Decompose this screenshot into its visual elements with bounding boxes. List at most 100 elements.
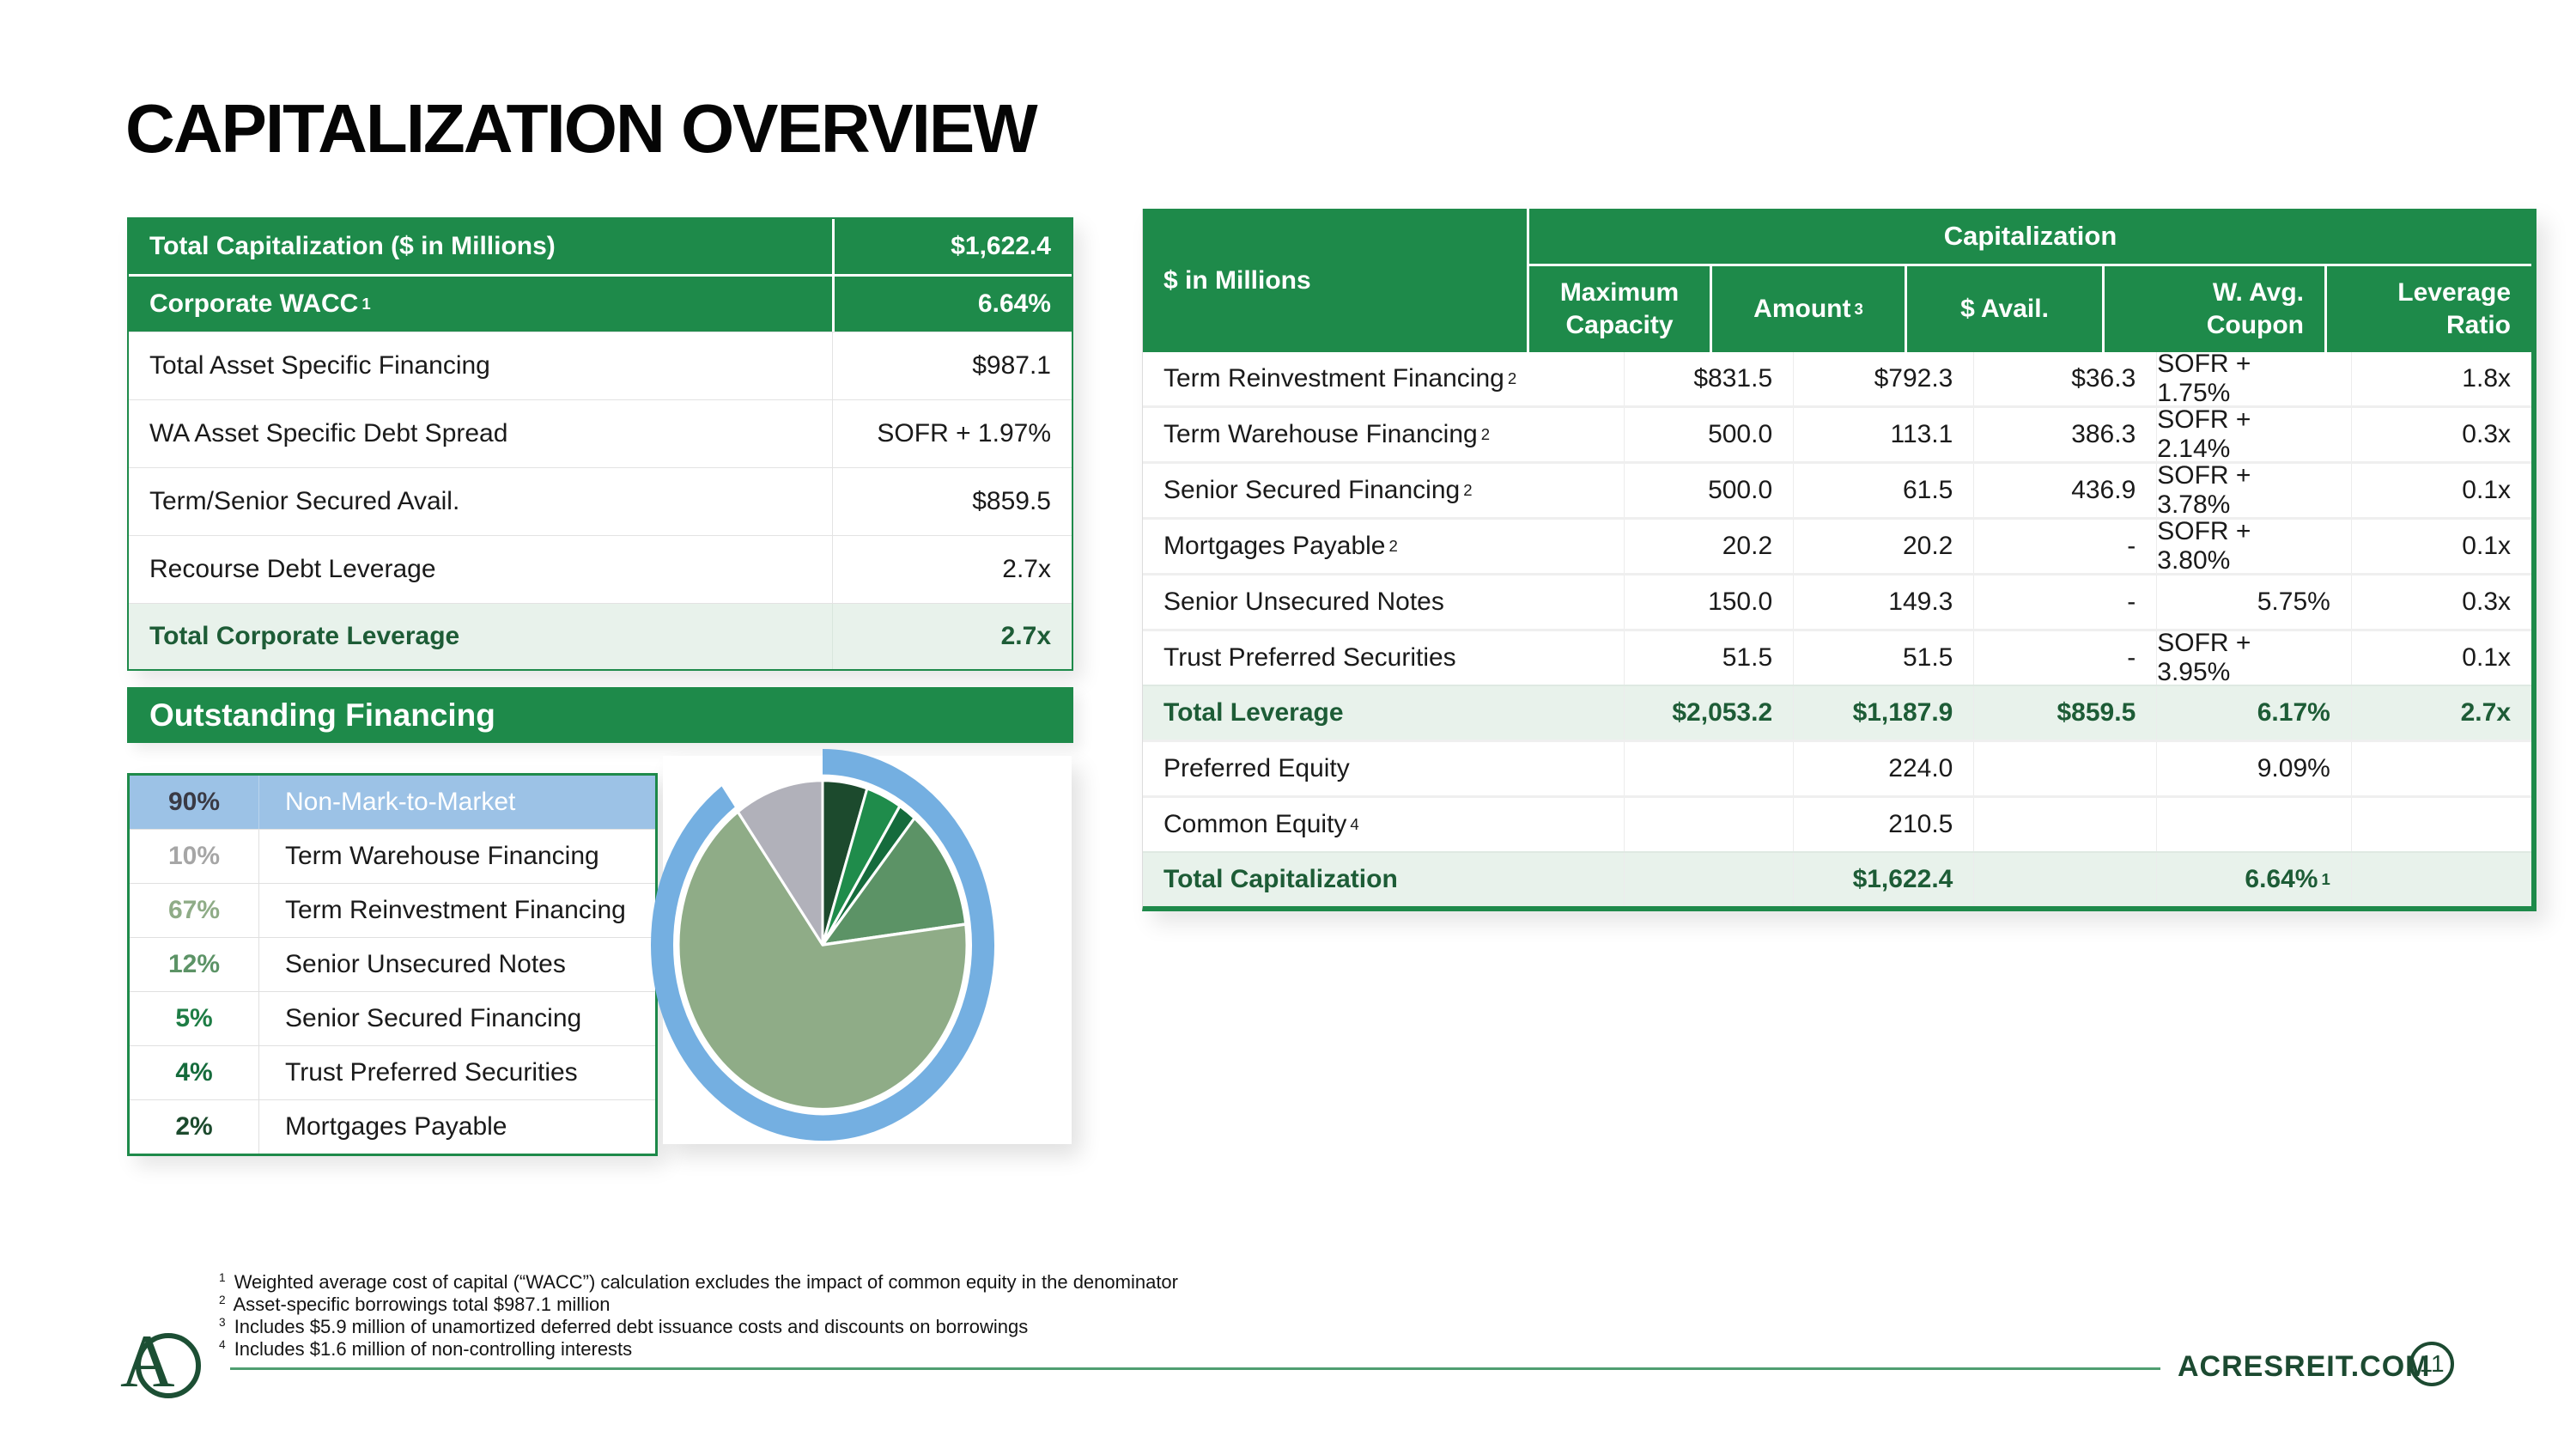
- capitalization-table-header: $ in Millions Capitalization Maximum Cap…: [1143, 209, 2531, 352]
- pie-group: [662, 762, 983, 1128]
- row-label: Senior Unsecured Notes: [1143, 575, 1624, 629]
- legend-row: 67%Term Reinvestment Financing: [130, 883, 655, 937]
- cell: 51.5: [1793, 631, 1973, 685]
- cell: $831.5: [1624, 352, 1794, 405]
- summary-row-value: 2.7x: [833, 536, 1072, 603]
- cell: SOFR + 1.75%: [2156, 352, 2351, 405]
- legend-percent: 12%: [130, 938, 259, 991]
- units-header: $ in Millions: [1143, 209, 1529, 352]
- row-label: Senior Secured Financing2: [1143, 464, 1624, 517]
- cell: [1624, 798, 1794, 851]
- table-row: Term Warehouse Financing2500.0113.1386.3…: [1143, 405, 2531, 461]
- cell: 0.3x: [2351, 575, 2531, 629]
- legend-row: 90%Non-Mark-to-Market: [130, 776, 655, 829]
- summary-row: Total Asset Specific Financing$987.1: [129, 332, 1072, 399]
- footer-website-link[interactable]: ACRESREIT.COM: [2178, 1350, 2430, 1384]
- summary-row-label: Total Corporate Leverage: [129, 604, 833, 669]
- summary-table: Total Capitalization ($ in Millions)$1,6…: [127, 217, 1073, 671]
- cell: 0.1x: [2351, 631, 2531, 685]
- row-label: Total Leverage: [1143, 686, 1624, 740]
- column-header: Amount3: [1710, 266, 1905, 352]
- table-row: Trust Preferred Securities51.551.5-SOFR …: [1143, 629, 2531, 685]
- cell: 0.3x: [2351, 408, 2531, 461]
- cell: [1624, 853, 1794, 906]
- summary-row: Total Capitalization ($ in Millions)$1,6…: [129, 219, 1072, 274]
- legend-label: Term Reinvestment Financing: [259, 884, 655, 937]
- column-headers: Maximum CapacityAmount3$ Avail.W. Avg. C…: [1529, 266, 2531, 352]
- cell: $1,622.4: [1793, 853, 1973, 906]
- cell: SOFR + 3.78%: [2156, 464, 2351, 517]
- legend-percent: 4%: [130, 1046, 259, 1099]
- cell: [2351, 798, 2531, 851]
- financing-pie-chart: [627, 730, 1091, 1177]
- row-label: Term Reinvestment Financing2: [1143, 352, 1624, 405]
- cell: $792.3: [1793, 352, 1973, 405]
- table-row: Preferred Equity224.09.09%: [1143, 740, 2531, 795]
- row-label: Preferred Equity: [1143, 742, 1624, 795]
- cell: 6.64%1: [2156, 853, 2351, 906]
- legend-percent: 5%: [130, 992, 259, 1045]
- cell: -: [1973, 631, 2156, 685]
- capitalization-header-group: Capitalization Maximum CapacityAmount3$ …: [1529, 209, 2531, 352]
- cell: 20.2: [1624, 520, 1794, 573]
- table-row: Mortgages Payable220.220.2-SOFR + 3.80%0…: [1143, 517, 2531, 573]
- cell: [1973, 798, 2156, 851]
- row-label: Term Warehouse Financing2: [1143, 408, 1624, 461]
- legend-row: 2%Mortgages Payable: [130, 1099, 655, 1154]
- cell: SOFR + 2.14%: [2156, 408, 2351, 461]
- cell: SOFR + 3.95%: [2156, 631, 2351, 685]
- cell: 2.7x: [2351, 686, 2531, 740]
- cell: 0.1x: [2351, 464, 2531, 517]
- summary-row: Recourse Debt Leverage2.7x: [129, 535, 1072, 603]
- cell: 5.75%: [2156, 575, 2351, 629]
- summary-row-label: Total Asset Specific Financing: [129, 332, 833, 399]
- cell: 113.1: [1793, 408, 1973, 461]
- legend-percent: 67%: [130, 884, 259, 937]
- cell: $1,187.9: [1793, 686, 1973, 740]
- cell: 51.5: [1624, 631, 1794, 685]
- logo-circle-icon: [136, 1333, 201, 1398]
- footnote: 2 Asset-specific borrowings total $987.1…: [219, 1294, 1178, 1316]
- capitalization-table-body: Term Reinvestment Financing2$831.5$792.3…: [1143, 352, 2531, 906]
- legend-percent: 90%: [130, 776, 259, 829]
- table-row: Total Capitalization$1,622.46.64%1: [1143, 851, 2531, 906]
- column-header: Maximum Capacity: [1529, 266, 1710, 352]
- cell: [2351, 853, 2531, 906]
- legend-row: 10%Term Warehouse Financing: [130, 829, 655, 883]
- legend-label: Senior Unsecured Notes: [259, 938, 655, 991]
- cell: $36.3: [1973, 352, 2156, 405]
- summary-row-label: Total Capitalization ($ in Millions): [129, 219, 835, 274]
- page-title: CAPITALIZATION OVERVIEW: [125, 89, 1036, 168]
- cell: [1973, 742, 2156, 795]
- summary-row: WA Asset Specific Debt SpreadSOFR + 1.97…: [129, 399, 1072, 467]
- cell: SOFR + 3.80%: [2156, 520, 2351, 573]
- cell: 20.2: [1793, 520, 1973, 573]
- summary-row-value: $1,622.4: [835, 219, 1072, 274]
- cell: 500.0: [1624, 408, 1794, 461]
- footnote: 3 Includes $5.9 million of unamortized d…: [219, 1316, 1178, 1338]
- cell: $859.5: [1973, 686, 2156, 740]
- cell: 9.09%: [2156, 742, 2351, 795]
- summary-row-value: SOFR + 1.97%: [833, 400, 1072, 467]
- row-label: Trust Preferred Securities: [1143, 631, 1624, 685]
- footnotes: 1 Weighted average cost of capital (“WAC…: [219, 1271, 1178, 1361]
- footnote: 1 Weighted average cost of capital (“WAC…: [219, 1271, 1178, 1294]
- slide-canvas: { "page": { "title": "CAPITALIZATION OVE…: [0, 0, 2576, 1449]
- row-label: Mortgages Payable2: [1143, 520, 1624, 573]
- summary-row-value: $987.1: [833, 332, 1072, 399]
- cell: -: [1973, 575, 2156, 629]
- summary-row-value: 2.7x: [833, 604, 1072, 669]
- cell: 149.3: [1793, 575, 1973, 629]
- summary-row: Term/Senior Secured Avail.$859.5: [129, 467, 1072, 535]
- summary-row-label: Term/Senior Secured Avail.: [129, 468, 833, 535]
- cell: [2156, 798, 2351, 851]
- footnote: 4 Includes $1.6 million of non-controlli…: [219, 1338, 1178, 1361]
- page-number: 11: [2419, 1350, 2444, 1378]
- legend-label: Mortgages Payable: [259, 1100, 655, 1154]
- cell: 210.5: [1793, 798, 1973, 851]
- cell: 6.17%: [2156, 686, 2351, 740]
- cell: 61.5: [1793, 464, 1973, 517]
- legend-percent: 2%: [130, 1100, 259, 1154]
- summary-row-value: 6.64%: [835, 277, 1072, 332]
- outstanding-financing-title: Outstanding Financing: [149, 697, 495, 734]
